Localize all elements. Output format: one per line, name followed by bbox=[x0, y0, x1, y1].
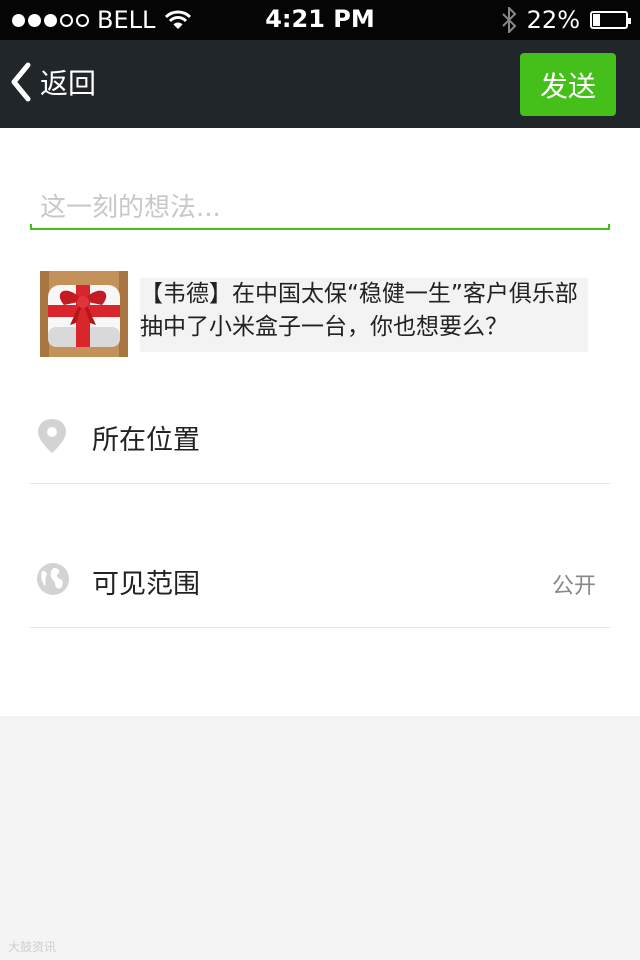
status-bar: BELL 4:21 PM 22% bbox=[0, 0, 640, 40]
input-underline bbox=[30, 224, 610, 230]
location-row[interactable]: 所在位置 bbox=[30, 384, 610, 484]
status-right: 22% bbox=[501, 6, 631, 34]
visibility-label: 可见范围 bbox=[92, 569, 200, 600]
share-thumbnail bbox=[40, 271, 128, 357]
visibility-value: 公开 bbox=[551, 574, 596, 599]
back-label: 返回 bbox=[40, 67, 97, 100]
location-label: 所在位置 bbox=[92, 425, 200, 456]
nav-bar: 返回 发送 bbox=[0, 40, 640, 128]
back-button[interactable]: 返回 bbox=[10, 62, 96, 102]
compose-panel: 【韦德】在中国太保“稳健一生”客户俱乐部抽中了小米盒子一台，你也想要么？ 所在位… bbox=[0, 128, 640, 716]
battery-icon bbox=[590, 11, 631, 29]
location-pin-icon bbox=[38, 419, 66, 453]
visibility-row[interactable]: 可见范围 公开 bbox=[30, 528, 610, 628]
share-text[interactable]: 【韦德】在中国太保“稳健一生”客户俱乐部抽中了小米盒子一台，你也想要么？ bbox=[140, 278, 588, 352]
bluetooth-icon bbox=[501, 7, 517, 33]
chevron-left-icon bbox=[11, 62, 31, 102]
battery-percent: 22% bbox=[526, 6, 580, 34]
watermark: 大鼓资讯 bbox=[8, 940, 57, 954]
gift-box-icon bbox=[40, 271, 128, 357]
battery-level bbox=[593, 14, 600, 26]
send-button[interactable]: 发送 bbox=[520, 53, 616, 116]
globe-icon bbox=[37, 563, 69, 595]
